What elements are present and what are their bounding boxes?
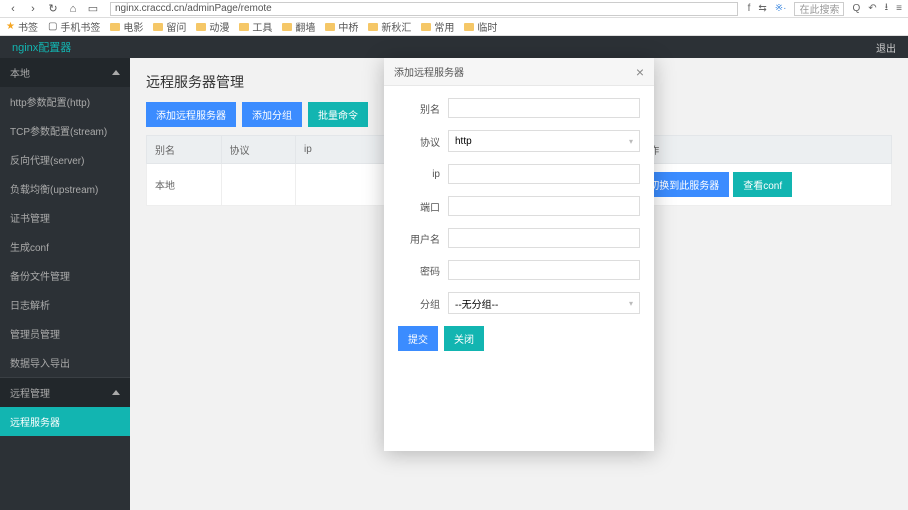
sidebar-top[interactable]: 本地 <box>0 58 130 87</box>
mobile-icon: ▢ <box>48 21 57 32</box>
bookmarks-bar: ★书签 ▢手机书签 电影 留问 动漫 工具 翻墙 中桥 新秋汇 常用 临时 <box>0 18 908 36</box>
cell-protocol <box>221 164 296 206</box>
icon-undo[interactable]: ↶ <box>868 3 876 14</box>
star-icon: ★ <box>6 21 15 32</box>
brand: nginx配置器 <box>12 39 71 55</box>
modal-header: 添加远程服务器 × <box>384 58 654 86</box>
browser-right-tools: f ⇆ ※· 在此搜索 Q ↶ ⭳ ≡ <box>748 0 902 17</box>
folder-icon <box>368 23 378 31</box>
sidebar-item-remote-server[interactable]: 远程服务器 <box>0 407 130 436</box>
close-button[interactable]: 关闭 <box>444 326 484 351</box>
protocol-select[interactable]: http ▾ <box>448 130 640 152</box>
sidebar-item-admin[interactable]: 管理员管理 <box>0 319 130 348</box>
folder-icon <box>325 23 335 31</box>
browser-toolbar: ‹ › ↻ ⌂ ▭ nginx.craccd.cn/adminPage/remo… <box>0 0 908 18</box>
folder-icon <box>421 23 431 31</box>
folder-icon <box>153 23 163 31</box>
icon-sync[interactable]: ⇆ <box>758 3 766 14</box>
col-name: 别名 <box>147 136 222 164</box>
cell-name: 本地 <box>147 164 222 206</box>
col-protocol: 协议 <box>221 136 296 164</box>
bookmark-folder[interactable]: 常用 <box>421 19 454 34</box>
sidebar-item-cert[interactable]: 证书管理 <box>0 203 130 232</box>
forward-button[interactable]: › <box>26 2 40 16</box>
pass-field[interactable] <box>448 260 640 280</box>
sidebar-item-backup[interactable]: 备份文件管理 <box>0 261 130 290</box>
tab-button[interactable]: ▭ <box>86 2 100 16</box>
chevron-down-icon: ▾ <box>629 299 633 308</box>
bookmark-folder[interactable]: 中桥 <box>325 19 358 34</box>
bookmark-folder[interactable]: 临时 <box>464 19 497 34</box>
bookmark-folder[interactable]: 电影 <box>110 19 143 34</box>
url-bar[interactable]: nginx.craccd.cn/adminPage/remote <box>110 2 738 16</box>
menu-icon[interactable]: ≡ <box>896 3 902 14</box>
label-alias: 别名 <box>398 101 448 116</box>
user-field[interactable] <box>448 228 640 248</box>
main-content: 远程服务器管理 添加远程服务器 添加分组 批量命令 别名 协议 ip 操作 本地 <box>130 58 908 510</box>
browser-search[interactable]: 在此搜索 <box>794 2 844 16</box>
folder-icon <box>239 23 249 31</box>
sidebar-item-server[interactable]: 反向代理(server) <box>0 145 130 174</box>
sidebar-item-import[interactable]: 数据导入导出 <box>0 348 130 377</box>
add-server-modal: 添加远程服务器 × 别名 协议 http ▾ ip <box>384 58 654 451</box>
ip-field[interactable] <box>448 164 640 184</box>
label-protocol: 协议 <box>398 134 448 149</box>
alias-field[interactable] <box>448 98 640 118</box>
sidebar: 本地 http参数配置(http) TCP参数配置(stream) 反向代理(s… <box>0 58 130 510</box>
url-text: nginx.craccd.cn/adminPage/remote <box>115 3 272 14</box>
group-select[interactable]: --无分组-- ▾ <box>448 292 640 314</box>
back-button[interactable]: ‹ <box>6 2 20 16</box>
sidebar-item-http[interactable]: http参数配置(http) <box>0 87 130 116</box>
chevron-up-icon <box>112 390 120 395</box>
view-conf-button[interactable]: 查看conf <box>733 172 792 197</box>
port-field[interactable] <box>448 196 640 216</box>
bookmark-folder[interactable]: 动漫 <box>196 19 229 34</box>
folder-icon <box>196 23 206 31</box>
sidebar-group-remote[interactable]: 远程管理 <box>0 377 130 407</box>
bookmark-folder[interactable]: 新秋汇 <box>368 19 411 34</box>
batch-cmd-button[interactable]: 批量命令 <box>308 102 368 127</box>
col-action: 操作 <box>631 136 892 164</box>
bookmark-star[interactable]: ★书签 <box>6 19 38 34</box>
label-group: 分组 <box>398 296 448 311</box>
folder-icon <box>282 23 292 31</box>
sidebar-item-log[interactable]: 日志解析 <box>0 290 130 319</box>
bookmark-folder[interactable]: 翻墙 <box>282 19 315 34</box>
app-header: nginx配置器 退出 <box>0 36 908 58</box>
reload-button[interactable]: ↻ <box>46 2 60 16</box>
add-server-button[interactable]: 添加远程服务器 <box>146 102 236 127</box>
sidebar-item-stream[interactable]: TCP参数配置(stream) <box>0 116 130 145</box>
chevron-down-icon: ▾ <box>629 137 633 146</box>
download-icon[interactable]: ⭳ <box>885 0 889 17</box>
label-user: 用户名 <box>398 231 448 246</box>
close-icon[interactable]: × <box>636 65 644 79</box>
label-port: 端口 <box>398 199 448 214</box>
bookmark-folder[interactable]: 留问 <box>153 19 186 34</box>
bookmark-mobile[interactable]: ▢手机书签 <box>48 19 100 34</box>
submit-button[interactable]: 提交 <box>398 326 438 351</box>
logout-button[interactable]: 退出 <box>876 40 896 55</box>
label-pass: 密码 <box>398 263 448 278</box>
home-button[interactable]: ⌂ <box>66 2 80 16</box>
icon-q[interactable]: Q <box>852 3 860 14</box>
icon-f[interactable]: f <box>748 3 751 14</box>
cell-action: 切换到此服务器 查看conf <box>631 164 892 206</box>
sidebar-item-upstream[interactable]: 负载均衡(upstream) <box>0 174 130 203</box>
folder-icon <box>464 23 474 31</box>
folder-icon <box>110 23 120 31</box>
label-ip: ip <box>398 169 448 180</box>
modal-title: 添加远程服务器 <box>394 64 464 79</box>
add-group-button[interactable]: 添加分组 <box>242 102 302 127</box>
sidebar-item-genconf[interactable]: 生成conf <box>0 232 130 261</box>
chevron-up-icon <box>112 70 120 75</box>
bookmark-folder[interactable]: 工具 <box>239 19 272 34</box>
